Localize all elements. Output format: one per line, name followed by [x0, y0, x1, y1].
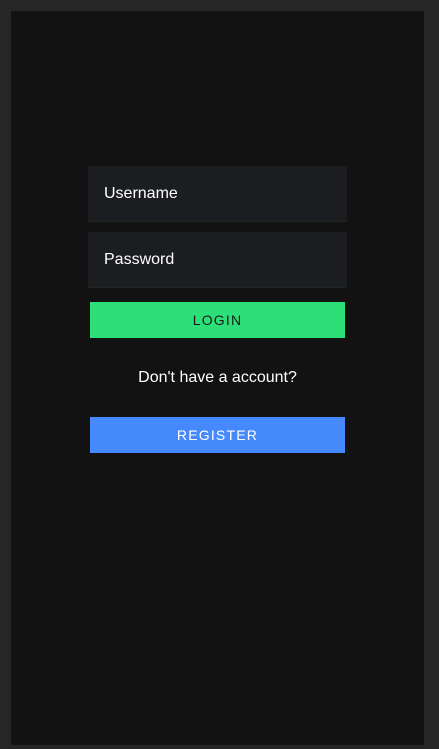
register-button[interactable]: REGISTER	[90, 417, 345, 453]
password-input[interactable]	[88, 232, 347, 288]
login-form: LOGIN Don't have a account? REGISTER	[88, 166, 347, 453]
login-button[interactable]: LOGIN	[90, 302, 345, 338]
username-input[interactable]	[88, 166, 347, 222]
no-account-prompt: Don't have a account?	[138, 369, 297, 386]
app-screen: LOGIN Don't have a account? REGISTER	[11, 11, 424, 745]
